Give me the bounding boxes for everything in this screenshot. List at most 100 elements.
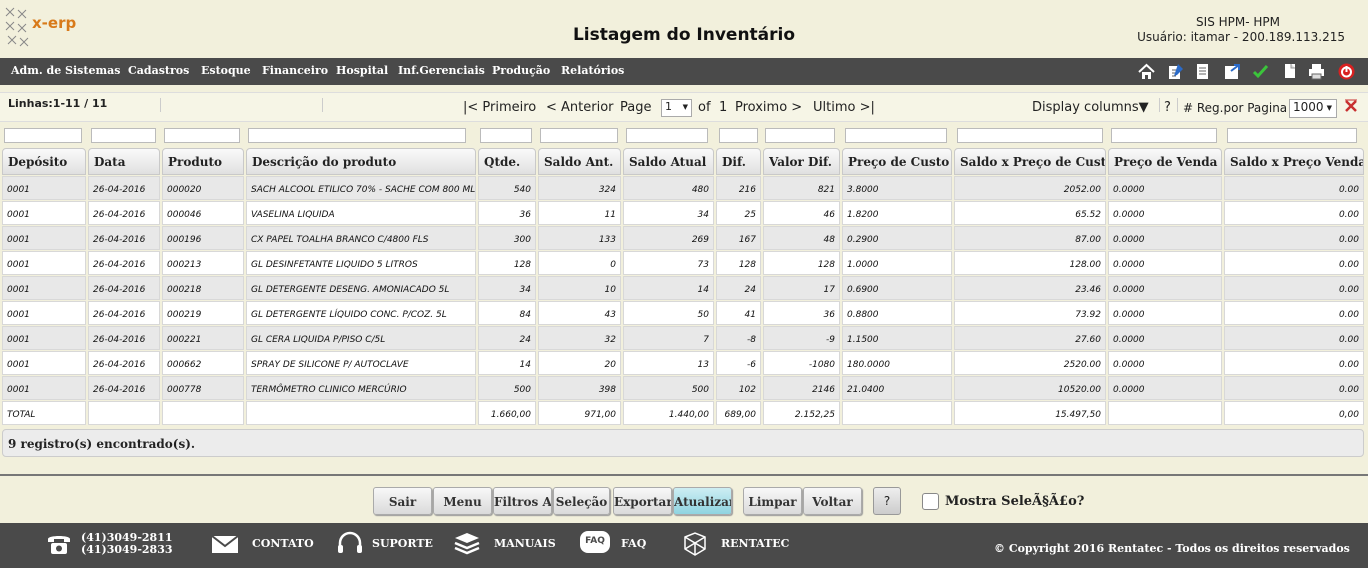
column-filter-input[interactable] (480, 128, 532, 143)
menu-relatorios[interactable]: Relatórios (561, 64, 624, 77)
records-per-page-select[interactable]: 1000 ▼ (1289, 99, 1337, 118)
contato-link[interactable]: CONTATO (252, 537, 314, 550)
records-per-page-label: # Reg.por Pagina (1183, 101, 1288, 115)
column-header[interactable]: Saldo x Preço Venda (1224, 148, 1364, 175)
column-header[interactable]: Preço de Custo (842, 148, 952, 175)
close-filter-icon[interactable] (1343, 98, 1359, 114)
menu-adm-sistemas[interactable]: Adm. de Sistemas (11, 64, 120, 77)
rentatec-icon[interactable] (680, 529, 710, 559)
atualizar-button[interactable]: Atualizar (673, 487, 732, 515)
table-row[interactable]: 0001 26-04-2016 000218 GL DETERGENTE DESENG… (2, 276, 1364, 301)
column-header[interactable]: Preço de Venda (1108, 148, 1222, 175)
table-cell: VASELINA LIQUIDA (246, 201, 476, 225)
headset-icon[interactable] (335, 529, 365, 559)
total-row[interactable]: TOTAL 1.660,00 971,00 1.440,00 689,00 2.152,2… (2, 401, 1364, 426)
column-filter-input[interactable] (164, 128, 240, 143)
column-header[interactable]: Saldo x Preço de Custo (954, 148, 1106, 175)
export-icon[interactable] (1223, 62, 1242, 81)
help-link[interactable]: ? (1164, 100, 1171, 115)
menu-cadastros[interactable]: Cadastros (128, 64, 189, 77)
table-cell: 1.660,00 (478, 401, 536, 425)
column-header[interactable]: Produto (162, 148, 244, 175)
table-cell: 84 (478, 301, 536, 325)
display-columns-button[interactable]: Display columns▼ (1032, 100, 1149, 115)
print-icon[interactable] (1307, 62, 1326, 81)
table-cell: 65.52 (954, 201, 1106, 225)
books-icon[interactable] (452, 529, 482, 559)
menu-estoque[interactable]: Estoque (201, 64, 251, 77)
show-selection-checkbox[interactable] (922, 493, 939, 510)
menu-financeiro[interactable]: Financeiro (262, 64, 328, 77)
column-filter-input[interactable] (248, 128, 466, 143)
manuais-link[interactable]: MANUAIS (494, 537, 556, 550)
column-filter-input[interactable] (845, 128, 947, 143)
column-header[interactable]: Saldo Atual (623, 148, 714, 175)
table-row[interactable]: 0001 26-04-2016 000221 GL CERA LIQUIDA P/PI… (2, 326, 1364, 351)
column-header[interactable]: Qtde. (478, 148, 536, 175)
table-row[interactable]: 0001 26-04-2016 000662 SPRAY DE SILICONE P/… (2, 351, 1364, 376)
selecao-button[interactable]: Seleção (553, 487, 610, 515)
filtros-av-button[interactable]: Filtros Av (493, 487, 552, 515)
mail-icon[interactable] (210, 529, 240, 559)
prev-page-link[interactable]: < Anterior (546, 100, 614, 115)
column-filter-input[interactable] (765, 128, 835, 143)
document-icon[interactable] (1193, 62, 1212, 81)
column-header[interactable]: Depósito (2, 148, 86, 175)
column-header[interactable]: Data (88, 148, 160, 175)
total-pages: 1 (719, 100, 728, 115)
table-cell: 128 (763, 251, 840, 275)
column-header[interactable]: Valor Dif. (763, 148, 840, 175)
rentatec-link[interactable]: RENTATEC (721, 537, 789, 550)
column-header[interactable]: Dif. (716, 148, 761, 175)
column-filter-input[interactable] (540, 128, 618, 143)
table-cell: 0.0000 (1108, 176, 1222, 200)
table-cell: 216 (716, 176, 761, 200)
column-filter-input[interactable] (4, 128, 82, 143)
table-cell: 87.00 (954, 226, 1106, 250)
suporte-link[interactable]: SUPORTE (372, 537, 433, 550)
table-row[interactable]: 0001 26-04-2016 000778 TERMÔMETRO CLINICO M… (2, 376, 1364, 401)
column-filter-input[interactable] (91, 128, 156, 143)
table-row[interactable]: 0001 26-04-2016 000213 GL DESINFETANTE LIQU… (2, 251, 1364, 276)
table-row[interactable]: 0001 26-04-2016 000219 GL DETERGENTE LÍQUID… (2, 301, 1364, 326)
home-icon[interactable] (1137, 62, 1156, 81)
column-header[interactable]: Descrição do produto (246, 148, 476, 175)
table-row[interactable]: 0001 26-04-2016 000196 CX PAPEL TOALHA BRAN… (2, 226, 1364, 251)
separator (160, 98, 161, 112)
edit-icon[interactable] (1166, 62, 1185, 81)
help-button[interactable]: ? (873, 487, 901, 515)
faq-link[interactable]: FAQ (621, 537, 646, 550)
menu-inf-gerenciais[interactable]: Inf.Gerenciais (398, 64, 485, 77)
table-cell: TOTAL (2, 401, 86, 425)
table-cell: 43 (538, 301, 621, 325)
table-cell: 0.0000 (1108, 326, 1222, 350)
column-filter-input[interactable] (1227, 128, 1357, 143)
sair-button[interactable]: Sair (373, 487, 432, 515)
table-cell: 2146 (763, 376, 840, 400)
column-filter-input[interactable] (1111, 128, 1217, 143)
footer: (41)3049-2811 (41)3049-2833 CONTATO SUPO… (0, 523, 1368, 568)
column-filter-input[interactable] (957, 128, 1103, 143)
table-cell: 0.0000 (1108, 351, 1222, 375)
menu-producao[interactable]: Produção (492, 64, 550, 77)
menu-button[interactable]: Menu (433, 487, 492, 515)
check-icon[interactable] (1251, 62, 1270, 81)
first-page-link[interactable]: |< Primeiro (463, 100, 536, 115)
table-row[interactable]: 0001 26-04-2016 000020 SACH ALCOOL ETILICO … (2, 176, 1364, 201)
next-page-link[interactable]: Proximo > (735, 100, 802, 115)
voltar-button[interactable]: Voltar (803, 487, 862, 515)
table-cell: 0.00 (1224, 251, 1364, 275)
table-cell: 0.0000 (1108, 376, 1222, 400)
menu-hospital[interactable]: Hospital (336, 64, 388, 77)
table-row[interactable]: 0001 26-04-2016 000046 VASELINA LIQUIDA 36 11… (2, 201, 1364, 226)
page-select[interactable]: 1 ▼ (661, 99, 692, 117)
column-header[interactable]: Saldo Ant. (538, 148, 621, 175)
copy-icon[interactable] (1281, 62, 1300, 81)
faq-icon[interactable]: FAQ (580, 531, 610, 553)
power-icon[interactable] (1337, 62, 1356, 81)
exportar-button[interactable]: Exportar (613, 487, 672, 515)
last-page-link[interactable]: Ultimo >| (813, 100, 875, 115)
column-filter-input[interactable] (719, 128, 758, 143)
limpar-button[interactable]: Limpar (743, 487, 802, 515)
column-filter-input[interactable] (626, 128, 708, 143)
